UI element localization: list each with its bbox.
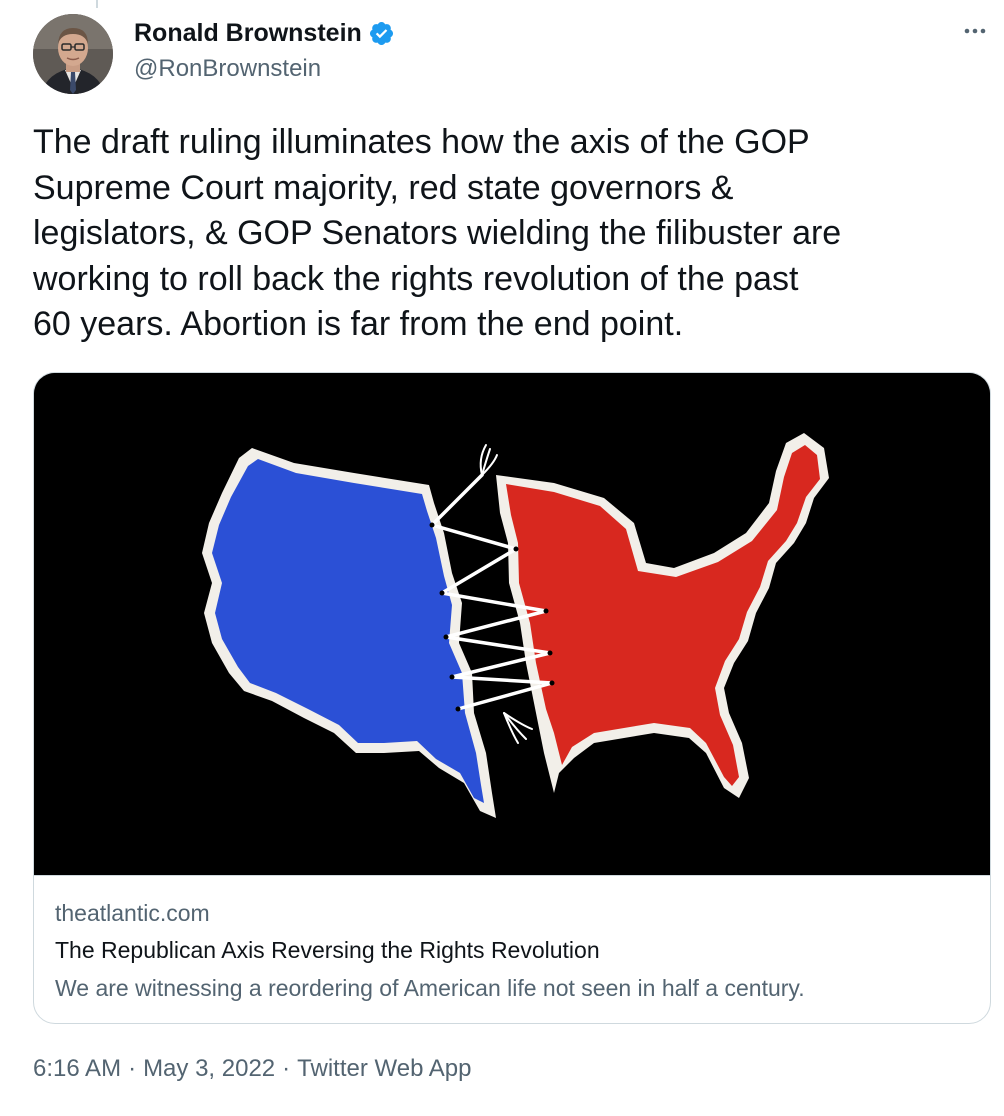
thread-connector-line <box>96 0 98 8</box>
tweet-text: The draft ruling illuminates how the axi… <box>33 123 842 343</box>
meta-separator: · <box>282 1055 291 1082</box>
more-dots-icon <box>964 28 986 34</box>
author-name-row[interactable]: Ronald Brownstein <box>134 19 395 48</box>
author-handle[interactable]: @RonBrownstein <box>134 55 321 83</box>
card-title[interactable]: The Republican Axis Reversing the Rights… <box>55 937 600 964</box>
avatar-photo <box>33 14 113 94</box>
card-divider <box>34 875 990 876</box>
tweet-time[interactable]: 6:16 AM <box>33 1055 121 1083</box>
tweet-date[interactable]: May 3, 2022 <box>143 1055 275 1083</box>
meta-separator: · <box>128 1055 137 1082</box>
author-display-name[interactable]: Ronald Brownstein <box>134 19 362 48</box>
avatar[interactable] <box>33 14 113 94</box>
link-preview-card[interactable]: theatlantic.com The Republican Axis Reve… <box>33 372 991 1024</box>
tweet-source[interactable]: Twitter Web App <box>297 1055 471 1083</box>
stitched-map-illustration <box>34 373 990 875</box>
more-options-button[interactable] <box>958 14 992 48</box>
card-description: We are witnessing a reordering of Americ… <box>55 975 805 1001</box>
card-domain: theatlantic.com <box>55 900 210 926</box>
card-image <box>34 373 990 875</box>
tweet-meta: 6:16 AM · May 3, 2022 · Twitter Web App <box>33 1055 471 1083</box>
verified-badge-icon <box>368 20 395 47</box>
